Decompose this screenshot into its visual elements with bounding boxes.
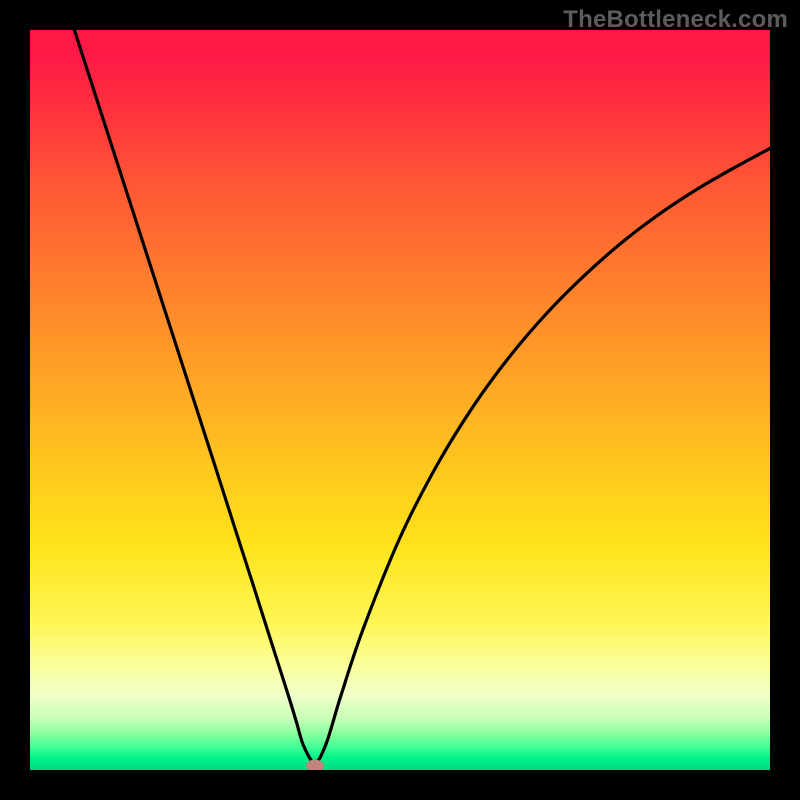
minimum-marker (306, 760, 324, 770)
curve-layer (30, 30, 770, 770)
chart-frame: TheBottleneck.com (0, 0, 800, 800)
bottleneck-curve (74, 30, 770, 763)
plot-area (30, 30, 770, 770)
watermark-text: TheBottleneck.com (563, 6, 788, 34)
